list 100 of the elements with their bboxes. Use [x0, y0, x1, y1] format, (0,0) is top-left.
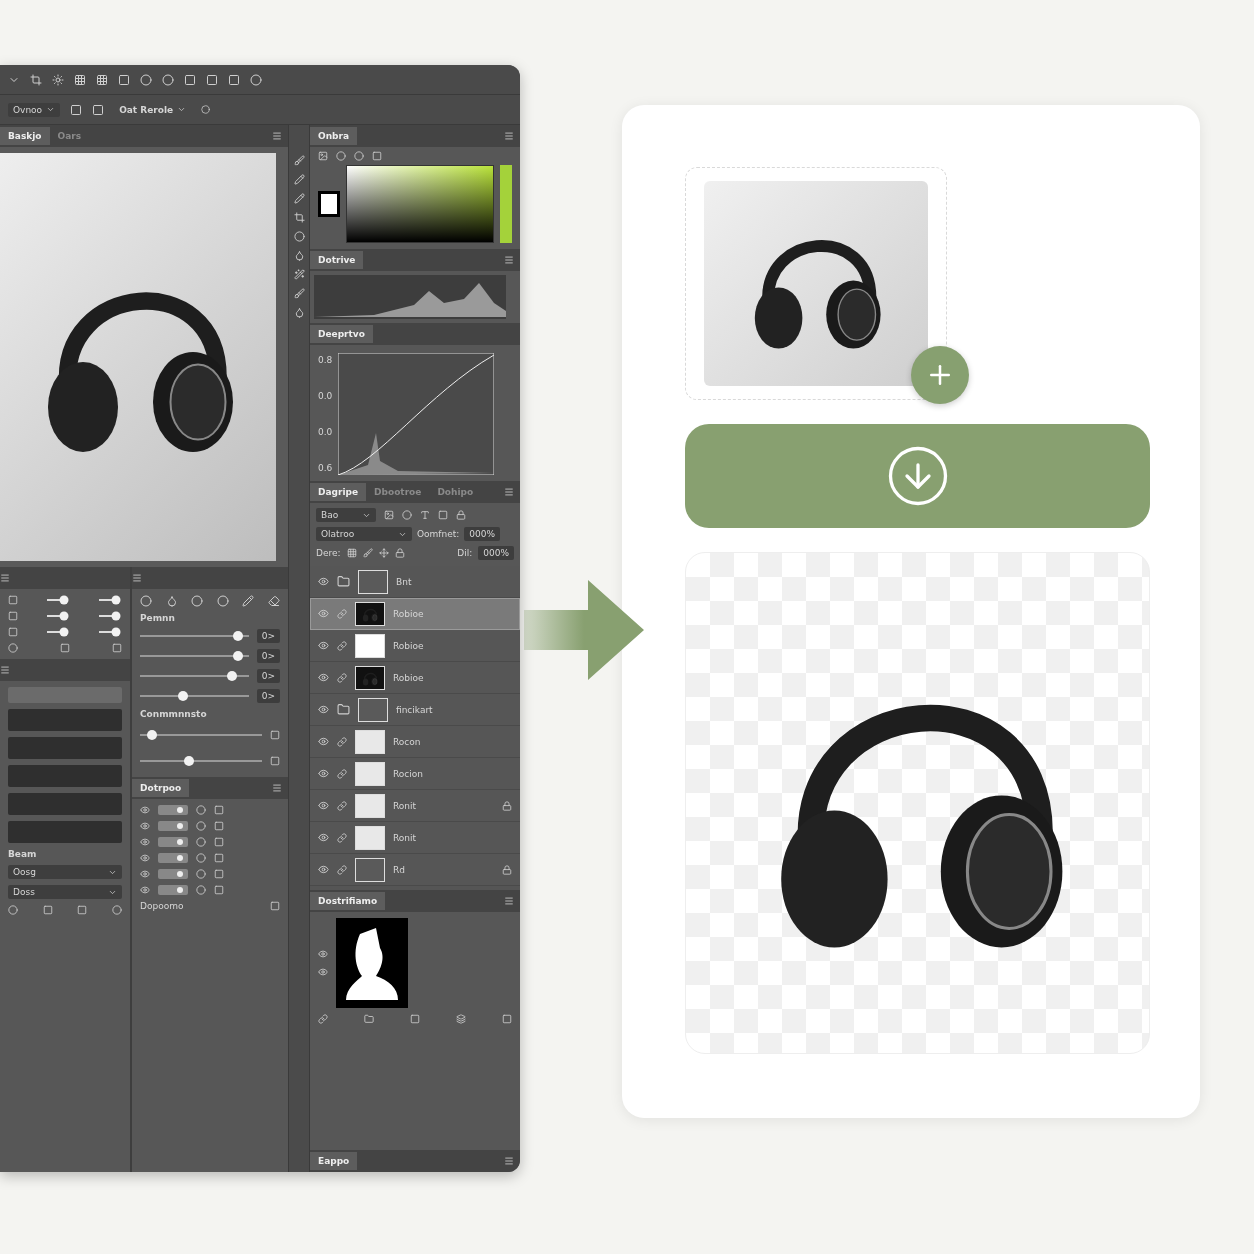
color-picker[interactable]	[346, 165, 494, 243]
wand-icon[interactable]	[293, 269, 305, 280]
panel-tab[interactable]: Deeprtvo	[310, 325, 373, 343]
document-tab[interactable]: Baskjo	[0, 127, 50, 145]
circle-icon[interactable]	[196, 821, 206, 831]
eye-icon[interactable]	[140, 821, 150, 831]
eye-icon[interactable]	[318, 832, 329, 843]
grid-icon[interactable]	[74, 73, 86, 86]
add-button[interactable]	[911, 346, 969, 404]
layer-row[interactable]: Rd	[310, 854, 520, 886]
eye-icon[interactable]	[318, 736, 329, 747]
menu-icon[interactable]	[0, 573, 10, 583]
droplet-icon[interactable]	[293, 250, 305, 261]
folder-icon[interactable]	[364, 1014, 374, 1024]
lock-icon[interactable]	[456, 510, 466, 520]
square-icon[interactable]	[214, 869, 224, 879]
square-icon[interactable]	[206, 73, 218, 86]
square-icon[interactable]	[214, 853, 224, 863]
pencil-icon[interactable]	[293, 174, 305, 185]
circle-icon[interactable]	[8, 905, 18, 915]
circle-icon[interactable]	[201, 105, 211, 114]
link-icon[interactable]	[337, 608, 347, 619]
link-icon[interactable]	[337, 768, 347, 779]
download-button[interactable]	[685, 424, 1150, 528]
square-icon[interactable]	[214, 885, 224, 895]
square-icon[interactable]	[60, 643, 70, 653]
folder-icon[interactable]	[337, 703, 350, 716]
image-icon[interactable]	[318, 151, 328, 161]
eye-icon[interactable]	[318, 800, 329, 811]
value-field[interactable]: 0>	[256, 629, 280, 643]
square-icon[interactable]	[42, 905, 53, 915]
brush-icon[interactable]	[362, 548, 373, 558]
layer-row[interactable]: Ronit	[310, 790, 520, 822]
lock-icon[interactable]	[394, 548, 405, 558]
layer-row[interactable]: Rocion	[310, 758, 520, 790]
crop-icon[interactable]	[30, 73, 42, 86]
lock-icon[interactable]	[502, 864, 512, 875]
link-icon[interactable]	[337, 672, 347, 683]
eye-icon[interactable]	[318, 608, 329, 619]
menu-icon[interactable]	[272, 783, 282, 793]
square-icon[interactable]	[372, 151, 382, 161]
link-icon[interactable]	[337, 736, 347, 747]
eye-icon[interactable]	[140, 837, 150, 847]
eye-icon[interactable]	[318, 768, 329, 779]
dropdown[interactable]: Doss	[8, 885, 122, 899]
panel-tab[interactable]: Dagripe	[310, 483, 367, 501]
value-field[interactable]: 0>	[256, 649, 280, 663]
eye-icon[interactable]	[140, 885, 150, 895]
link-icon[interactable]	[337, 640, 347, 651]
eraser-icon[interactable]	[267, 595, 280, 607]
circle-icon[interactable]	[140, 73, 152, 86]
eye-icon[interactable]	[318, 576, 329, 587]
eye-icon[interactable]	[318, 967, 328, 977]
circle-icon[interactable]	[196, 837, 206, 847]
preset-dropdown[interactable]: Ovnoo	[8, 102, 61, 117]
blend-dropdown[interactable]: Olatroo	[316, 527, 412, 541]
layer-row[interactable]: fincikart	[310, 694, 520, 726]
square-icon[interactable]	[8, 627, 18, 637]
square-icon[interactable]	[8, 611, 18, 621]
square-icon[interactable]	[214, 821, 224, 831]
circle-icon[interactable]	[140, 595, 152, 607]
square-icon[interactable]	[8, 595, 18, 605]
circle-icon[interactable]	[402, 510, 412, 520]
link-icon[interactable]	[337, 864, 347, 875]
caret-icon[interactable]	[177, 105, 187, 114]
square-icon[interactable]	[228, 73, 240, 86]
square-icon[interactable]	[112, 643, 122, 653]
type-icon[interactable]	[420, 510, 430, 520]
grid-icon[interactable]	[346, 548, 357, 558]
panel-tab[interactable]: Eappo	[310, 1152, 358, 1170]
square-icon[interactable]	[410, 1014, 420, 1024]
curves-graph[interactable]	[338, 353, 495, 475]
color-swatches[interactable]	[318, 191, 340, 217]
crop-icon[interactable]	[293, 212, 305, 223]
circle-icon[interactable]	[196, 869, 206, 879]
link-icon[interactable]	[337, 832, 347, 843]
square-icon[interactable]	[214, 837, 224, 847]
value-field[interactable]: 0>	[256, 689, 280, 703]
eye-icon[interactable]	[318, 704, 329, 715]
circle-icon[interactable]	[111, 905, 122, 915]
square-icon[interactable]	[438, 510, 448, 520]
layer-row[interactable]: Robioe	[310, 630, 520, 662]
menu-icon[interactable]	[504, 896, 514, 906]
circle-icon[interactable]	[354, 151, 364, 161]
square-icon[interactable]	[77, 905, 88, 915]
opacity-field[interactable]: 000%	[464, 527, 501, 541]
eye-icon[interactable]	[318, 640, 329, 651]
menu-icon[interactable]	[132, 573, 142, 583]
square-icon[interactable]	[270, 901, 280, 911]
square-icon[interactable]	[214, 805, 224, 815]
caret-icon[interactable]	[46, 105, 56, 114]
menu-icon[interactable]	[504, 255, 514, 265]
eye-icon[interactable]	[140, 869, 150, 879]
link-icon[interactable]	[318, 1014, 328, 1024]
eye-icon[interactable]	[140, 805, 150, 815]
layer-row[interactable]: Rocon	[310, 726, 520, 758]
droplet-icon[interactable]	[165, 595, 178, 607]
panel-tab[interactable]: Dostrifiamo	[310, 892, 386, 910]
square-icon[interactable]	[270, 756, 280, 766]
brush-icon[interactable]	[293, 155, 305, 166]
